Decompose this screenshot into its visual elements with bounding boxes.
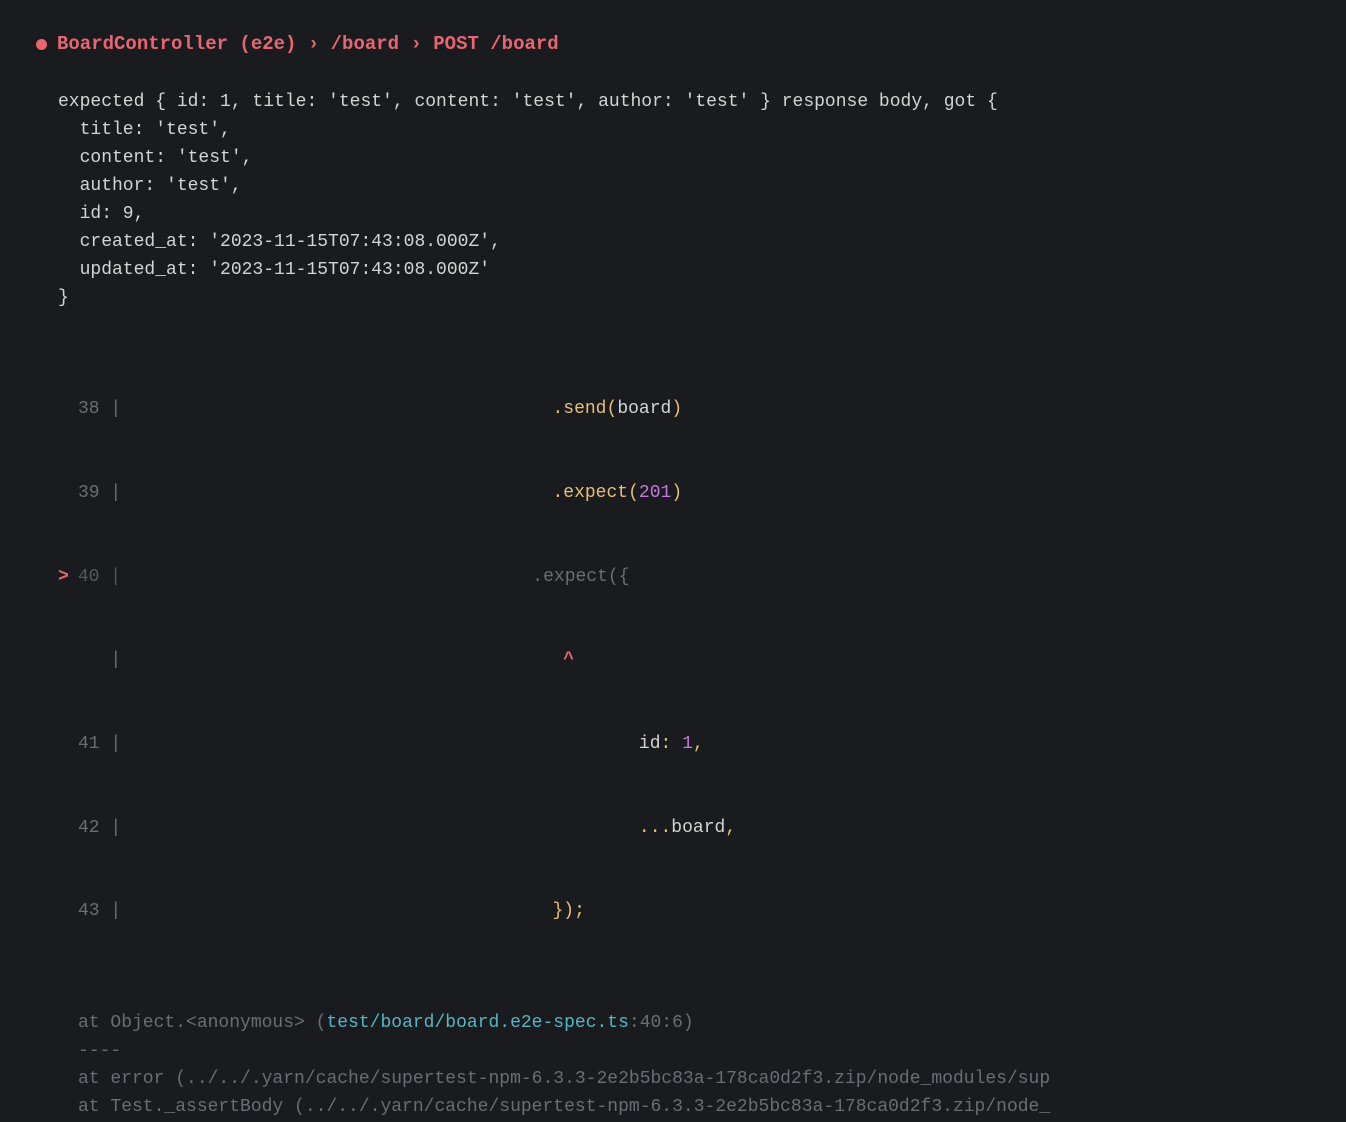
code-content: }); xyxy=(142,898,585,926)
code-content: id: 1, xyxy=(142,731,704,759)
error-line: content: 'test', xyxy=(58,148,252,168)
error-line: expected { id: 1, title: 'test', content… xyxy=(58,92,998,112)
code-line-error: >40 | .expect({ xyxy=(78,564,1346,592)
caret-pointer: ^ xyxy=(142,647,574,675)
code-content: ...board, xyxy=(142,815,736,843)
code-line: 43 | }); xyxy=(78,898,1346,926)
error-line: id: 9, xyxy=(58,204,144,224)
stack-trace: at Object.<anonymous> (test/board/board.… xyxy=(58,1010,1346,1122)
code-line-caret: | ^ xyxy=(78,647,1346,675)
line-number: 39 | xyxy=(78,480,142,508)
line-number: 43 | xyxy=(78,898,142,926)
error-pointer-icon: > xyxy=(58,564,69,592)
code-line: 39 | .expect(201) xyxy=(78,480,1346,508)
code-frame: 38 | .send(board) 39 | .expect(201) >40 … xyxy=(58,341,1346,982)
error-line: updated_at: '2023-11-15T07:43:08.000Z' xyxy=(58,260,490,280)
line-number: 42 | xyxy=(78,815,142,843)
test-failure-content: expected { id: 1, title: 'test', content… xyxy=(0,89,1346,1121)
code-content: .expect({ xyxy=(122,564,630,592)
stack-frame: at Object.<anonymous> (test/board/board.… xyxy=(78,1013,694,1033)
line-number: 40 | xyxy=(78,564,122,592)
error-line: title: 'test', xyxy=(58,120,231,140)
code-content: .send(board) xyxy=(142,396,682,424)
error-line: author: 'test', xyxy=(58,176,242,196)
line-number: 41 | xyxy=(78,731,142,759)
test-failure-header: BoardController (e2e) › /board › POST /b… xyxy=(0,30,1346,59)
code-line: 42 | ...board, xyxy=(78,815,1346,843)
stack-divider: ---- xyxy=(78,1041,121,1061)
error-message: expected { id: 1, title: 'test', content… xyxy=(58,89,1346,312)
error-line: created_at: '2023-11-15T07:43:08.000Z', xyxy=(58,232,501,252)
stack-frame: at error (../../.yarn/cache/supertest-np… xyxy=(78,1069,1050,1089)
code-line: 41 | id: 1, xyxy=(78,731,1346,759)
stack-frame: at Test._assertBody (../../.yarn/cache/s… xyxy=(78,1097,1050,1117)
error-line: } xyxy=(58,288,69,308)
line-number: | xyxy=(78,647,142,675)
code-content: .expect(201) xyxy=(142,480,682,508)
code-line: 38 | .send(board) xyxy=(78,396,1346,424)
line-number: 38 | xyxy=(78,396,142,424)
bullet-icon xyxy=(36,39,47,50)
test-path: BoardController (e2e) › /board › POST /b… xyxy=(57,30,559,59)
